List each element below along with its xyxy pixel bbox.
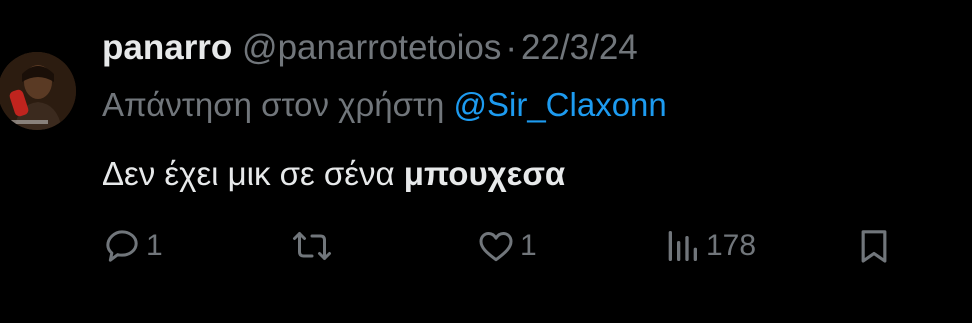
reply-prefix: Απάντηση στον χρήστη xyxy=(102,86,445,123)
display-name[interactable]: panarro xyxy=(102,28,232,67)
reply-count: 1 xyxy=(146,229,163,262)
tweet-date[interactable]: 22/3/24 xyxy=(521,28,638,67)
analytics-icon xyxy=(668,231,697,261)
tweet-text-plain: Δεν έχει μικ σε σένα xyxy=(102,155,395,192)
tweet-text: Δεν έχει μικ σε σένα μπουχεσα xyxy=(102,150,565,198)
replying-to: Απάντηση στον χρήστη @Sir_Claxonn xyxy=(102,82,667,128)
views-button[interactable]: 178 xyxy=(662,222,756,270)
retweet-button[interactable] xyxy=(292,222,336,270)
comment-icon xyxy=(106,230,138,262)
bookmark-button[interactable] xyxy=(854,222,894,270)
bookmark-icon xyxy=(861,230,887,263)
like-button[interactable]: 1 xyxy=(476,222,537,270)
separator-dot: · xyxy=(505,28,517,67)
user-handle[interactable]: @panarrotetoios xyxy=(242,28,501,67)
heart-icon xyxy=(479,232,513,262)
reply-button[interactable]: 1 xyxy=(102,222,163,270)
avatar[interactable] xyxy=(0,52,76,130)
reply-mention-link[interactable]: @Sir_Claxonn xyxy=(454,86,667,123)
retweet-icon xyxy=(293,232,331,260)
tweet-text-bold: μπουχεσα xyxy=(403,155,566,192)
action-bar: 1 1 178 xyxy=(102,222,902,270)
like-count: 1 xyxy=(520,229,537,262)
avatar-photo xyxy=(0,52,76,130)
tweet-header: panarro @panarrotetoios · 22/3/24 xyxy=(102,24,638,72)
tweet[interactable]: panarro @panarrotetoios · 22/3/24 Απάντηση… xyxy=(0,0,972,323)
views-count: 178 xyxy=(706,229,757,262)
